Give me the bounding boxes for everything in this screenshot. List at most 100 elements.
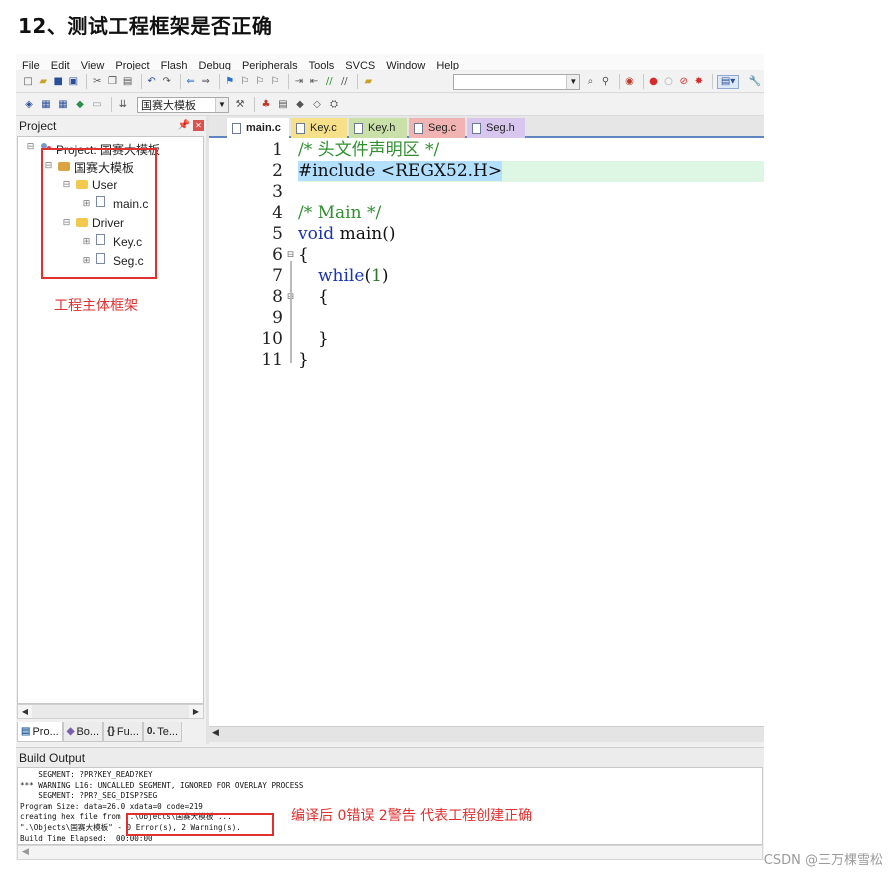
menu-bar: File Edit View Project Flash Debug Perip… bbox=[16, 54, 764, 70]
menu-view[interactable]: View bbox=[81, 60, 105, 70]
code-line-2: #include <REGX52.H> bbox=[298, 161, 764, 182]
code-line-4: /* Main */ bbox=[298, 203, 764, 224]
redo-icon[interactable]: ↷ bbox=[161, 75, 173, 89]
find-in-files-icon[interactable]: ▰ bbox=[362, 75, 374, 89]
toolbar-separator bbox=[140, 74, 142, 89]
menu-project[interactable]: Project bbox=[115, 60, 149, 70]
close-icon[interactable]: ✕ bbox=[193, 120, 204, 131]
tab-main-c[interactable]: main.c bbox=[227, 118, 289, 138]
select-packs-icon[interactable]: ◇ bbox=[310, 98, 324, 112]
new-file-icon[interactable]: □ bbox=[22, 75, 34, 89]
file-icon bbox=[354, 122, 363, 134]
scroll-right-icon[interactable]: ▶ bbox=[189, 705, 203, 718]
save-all-icon[interactable]: ▣ bbox=[67, 75, 79, 89]
tab-books[interactable]: ◆ Bo... bbox=[62, 722, 104, 742]
page-heading: 12、测试工程框架是否正确 bbox=[18, 14, 273, 38]
menu-debug[interactable]: Debug bbox=[199, 60, 231, 70]
tab-seg-c[interactable]: Seg.c bbox=[409, 118, 465, 138]
indent-icon[interactable]: ⇥ bbox=[293, 75, 305, 89]
target-options-icon[interactable]: ⚒ bbox=[233, 98, 247, 112]
paste-icon[interactable]: ▤ bbox=[122, 75, 134, 89]
open-folder-icon[interactable]: ▰ bbox=[37, 75, 49, 89]
rebuild-icon[interactable]: ▦ bbox=[56, 98, 70, 112]
rte-icon[interactable]: ⛭ bbox=[327, 98, 341, 112]
cut-icon[interactable]: ✂ bbox=[91, 75, 103, 89]
tab-label: Seg.h bbox=[486, 122, 515, 134]
menu-svcs[interactable]: SVCS bbox=[345, 60, 375, 70]
line-number: 1 bbox=[272, 140, 283, 160]
tab-key-c[interactable]: Key.c bbox=[291, 118, 347, 138]
scroll-left-icon[interactable]: ◀ bbox=[212, 728, 219, 738]
menu-file[interactable]: File bbox=[22, 60, 40, 70]
copy-icon[interactable]: ❐ bbox=[106, 75, 118, 89]
project-tab-icon: ▤ bbox=[21, 726, 31, 737]
manage-components-icon[interactable]: ♣ bbox=[259, 98, 273, 112]
window-layout-icon[interactable]: ▤▾ bbox=[716, 74, 740, 89]
incremental-find-icon[interactable]: ⚲ bbox=[599, 75, 611, 89]
menu-edit[interactable]: Edit bbox=[51, 60, 70, 70]
download-icon[interactable]: ⇊ bbox=[116, 98, 130, 112]
batch-build-icon[interactable]: ◆ bbox=[73, 98, 87, 112]
stop-build-icon[interactable]: ▭ bbox=[90, 98, 104, 112]
save-icon[interactable]: ■ bbox=[52, 75, 64, 89]
outdent-icon[interactable]: ⇤ bbox=[308, 75, 320, 89]
code-editor[interactable]: 1 2 3 4 5 6 7 8 9 10 11 ⊟ ⊟ /* 头文件声明区 */… bbox=[209, 138, 764, 726]
target-select[interactable]: 国赛大模板 ▼ bbox=[137, 96, 229, 113]
manage-project-icon[interactable]: ▤ bbox=[276, 98, 290, 112]
breakpoint-disabled-icon[interactable]: ○ bbox=[662, 75, 674, 89]
bookmark-next-icon[interactable]: ⚐ bbox=[254, 75, 266, 89]
tab-label: Key.c bbox=[310, 122, 337, 134]
file-icon bbox=[414, 122, 423, 134]
configure-icon[interactable]: 🔧 bbox=[748, 75, 760, 89]
line-number: 8 bbox=[272, 287, 283, 307]
build-toolbar: ◈ ▦ ▦ ◆ ▭ ⇊ 国赛大模板 ▼ ⚒ ♣ ▤ ◆ ◇ ⛭ bbox=[16, 94, 764, 116]
bookmark-prev-icon[interactable]: ⚐ bbox=[239, 75, 251, 89]
tab-project[interactable]: ▤ Pro... bbox=[17, 722, 63, 742]
toolbar-separator bbox=[111, 97, 112, 112]
tab-templates[interactable]: 0. Te... bbox=[142, 722, 183, 742]
books-icon: ◆ bbox=[66, 726, 75, 737]
breakpoint-icon[interactable]: ● bbox=[647, 75, 659, 89]
chevron-down-icon[interactable]: ▼ bbox=[215, 97, 228, 112]
breakpoint-kill-icon[interactable]: ✸ bbox=[693, 75, 705, 89]
code-line-8: { bbox=[298, 287, 764, 308]
find-icon[interactable]: ⌕ bbox=[584, 75, 596, 89]
build-output-scrollbar[interactable]: ◀ bbox=[17, 845, 763, 860]
uncomment-icon[interactable]: // bbox=[338, 75, 350, 89]
code-comment: /* 头文件声明区 */ bbox=[298, 140, 440, 160]
translate-icon[interactable]: ◈ bbox=[22, 98, 36, 112]
scroll-left-icon[interactable]: ◀ bbox=[22, 847, 29, 857]
breakpoint-clear-icon[interactable]: ⊘ bbox=[678, 75, 690, 89]
bookmark-icon[interactable]: ⚑ bbox=[224, 75, 236, 89]
find-combo[interactable]: ▼ bbox=[453, 73, 581, 90]
toolbar-separator bbox=[642, 74, 644, 89]
menu-peripherals[interactable]: Peripherals bbox=[242, 60, 298, 70]
tab-seg-h[interactable]: Seg.h bbox=[467, 118, 525, 138]
tab-key-h[interactable]: Key.h bbox=[349, 118, 407, 138]
chevron-down-icon[interactable]: ▼ bbox=[566, 74, 580, 89]
nav-back-icon[interactable]: ⇐ bbox=[185, 75, 197, 89]
build-output-header: Build Output bbox=[16, 747, 764, 767]
collapse-icon[interactable]: ⊟ bbox=[26, 143, 35, 152]
nav-forward-icon[interactable]: ⇒ bbox=[200, 75, 212, 89]
debug-session-icon[interactable]: ◉ bbox=[623, 75, 635, 89]
pin-icon[interactable]: 📌 bbox=[178, 120, 190, 131]
toolbar-separator bbox=[254, 97, 255, 112]
bookmark-clear-icon[interactable]: ⚐ bbox=[269, 75, 281, 89]
tab-functions[interactable]: {} Fu... bbox=[103, 722, 143, 742]
code-text: } bbox=[318, 329, 329, 349]
menu-window[interactable]: Window bbox=[386, 60, 425, 70]
menu-flash[interactable]: Flash bbox=[161, 60, 188, 70]
editor-scrollbar[interactable]: ◀ bbox=[209, 726, 764, 742]
undo-icon[interactable]: ↶ bbox=[145, 75, 157, 89]
menu-tools[interactable]: Tools bbox=[309, 60, 335, 70]
project-tree-scrollbar[interactable]: ◀ ▶ bbox=[17, 704, 204, 719]
menu-help[interactable]: Help bbox=[436, 60, 459, 70]
line-number: 4 bbox=[272, 203, 283, 223]
comment-icon[interactable]: // bbox=[323, 75, 335, 89]
log-line: SEGMENT: ?PR?KEY_READ?KEY bbox=[20, 770, 153, 779]
build-icon[interactable]: ▦ bbox=[39, 98, 53, 112]
fold-collapse-icon[interactable]: ⊟ bbox=[286, 251, 295, 260]
scroll-left-icon[interactable]: ◀ bbox=[18, 705, 32, 718]
pack-installer-icon[interactable]: ◆ bbox=[293, 98, 307, 112]
